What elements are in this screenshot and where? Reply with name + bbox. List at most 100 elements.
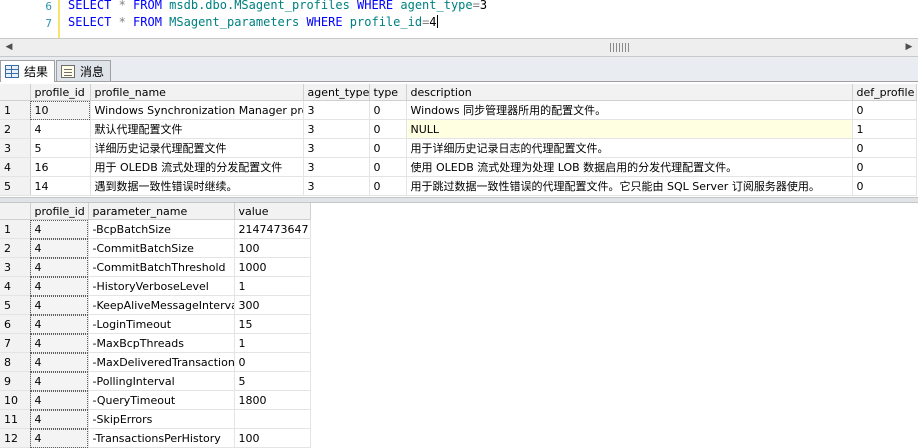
table-row[interactable]: 1 10 Windows Synchronization Manager profi… bbox=[0, 100, 917, 120]
grid-cell[interactable]: 4 bbox=[30, 409, 89, 429]
grid-cell[interactable]: -BcpBatchSize bbox=[88, 219, 235, 239]
row-number[interactable]: 11 bbox=[0, 409, 31, 429]
table-row[interactable]: 11 4 -SkipErrors bbox=[0, 409, 311, 429]
column-header[interactable]: profile_id bbox=[30, 84, 91, 101]
grid-cell[interactable]: 1 bbox=[852, 119, 917, 139]
table-row[interactable]: 4 16 用于 OLEDB 流式处理的分发配置文件 3 0 使用 OLEDB 流式处理为处… bbox=[0, 157, 917, 177]
grid-cell[interactable]: 0 bbox=[852, 176, 917, 196]
grid-cell[interactable]: 1800 bbox=[234, 390, 311, 410]
grid-cell[interactable]: -HistoryVerboseLevel bbox=[88, 276, 235, 296]
scroll-thumb-grip[interactable] bbox=[610, 43, 630, 52]
grid-cell[interactable]: 10 bbox=[30, 100, 91, 120]
tab-results[interactable]: 结果 bbox=[0, 60, 56, 82]
grid-cell[interactable]: 0 bbox=[852, 157, 917, 177]
column-header[interactable]: agent_type bbox=[303, 84, 370, 101]
grid-cell[interactable]: -MaxDeliveredTransactions bbox=[88, 352, 235, 372]
grid-cell[interactable]: 3 bbox=[303, 157, 370, 177]
table-row[interactable]: 10 4 -QueryTimeout 1800 bbox=[0, 390, 311, 410]
table-row[interactable]: 5 4 -KeepAliveMessageInterval 300 bbox=[0, 295, 311, 315]
row-number[interactable]: 7 bbox=[0, 333, 31, 353]
row-number[interactable]: 3 bbox=[0, 257, 31, 277]
grid-cell[interactable]: 4 bbox=[30, 314, 89, 334]
grid-cell[interactable]: 4 bbox=[30, 276, 89, 296]
grid-cell[interactable]: 4 bbox=[30, 257, 89, 277]
row-number[interactable]: 3 bbox=[0, 138, 31, 158]
grid-cell[interactable]: 14 bbox=[30, 176, 91, 196]
grid-cell[interactable]: 用于跳过数据一致性错误的代理配置文件。它只能由 SQL Server 订阅服务器… bbox=[406, 176, 853, 196]
grid-cell[interactable]: 100 bbox=[234, 428, 311, 448]
grid-cell[interactable]: 0 bbox=[369, 100, 407, 120]
column-header[interactable]: profile_id bbox=[30, 203, 89, 220]
row-header-corner[interactable] bbox=[0, 84, 31, 101]
column-header[interactable]: type bbox=[369, 84, 407, 101]
table-row[interactable]: 6 4 -LoginTimeout 15 bbox=[0, 314, 311, 334]
grid-cell[interactable]: 默认代理配置文件 bbox=[90, 119, 304, 139]
row-number[interactable]: 2 bbox=[0, 238, 31, 258]
grid-cell[interactable]: 100 bbox=[234, 238, 311, 258]
grid-cell[interactable]: 用于详细历史记录日志的代理配置文件。 bbox=[406, 138, 853, 158]
grid-cell[interactable]: -SkipErrors bbox=[88, 409, 235, 429]
table-row[interactable]: 2 4 -CommitBatchSize 100 bbox=[0, 238, 311, 258]
grid-cell[interactable]: 4 bbox=[30, 333, 89, 353]
editor-horizontal-scrollbar[interactable]: ◀ ▶ bbox=[0, 38, 918, 57]
grid-cell[interactable]: -CommitBatchThreshold bbox=[88, 257, 235, 277]
grid-cell[interactable]: 详细历史记录代理配置文件 bbox=[90, 138, 304, 158]
column-header[interactable]: description bbox=[406, 84, 853, 101]
scroll-right-arrow-icon[interactable]: ▶ bbox=[902, 41, 916, 54]
row-number[interactable]: 1 bbox=[0, 100, 31, 120]
grid-cell[interactable]: 4 bbox=[30, 238, 89, 258]
grid-cell[interactable]: 16 bbox=[30, 157, 91, 177]
grid-cell[interactable]: 3 bbox=[303, 100, 370, 120]
column-header[interactable]: profile_name bbox=[90, 84, 304, 101]
row-number[interactable]: 1 bbox=[0, 219, 31, 239]
grid-cell[interactable]: 0 bbox=[369, 119, 407, 139]
grid-cell[interactable]: -TransactionsPerHistory bbox=[88, 428, 235, 448]
row-number[interactable]: 12 bbox=[0, 428, 31, 448]
grid-cell[interactable]: 用于 OLEDB 流式处理的分发配置文件 bbox=[90, 157, 304, 177]
row-number[interactable]: 5 bbox=[0, 295, 31, 315]
grid-cell[interactable]: 2147473647 bbox=[234, 219, 311, 239]
row-number[interactable]: 6 bbox=[0, 314, 31, 334]
grid-cell[interactable]: 3 bbox=[303, 119, 370, 139]
grid-cell[interactable]: 使用 OLEDB 流式处理为处理 LOB 数据启用的分发代理配置文件。 bbox=[406, 157, 853, 177]
row-number[interactable]: 4 bbox=[0, 157, 31, 177]
code-line[interactable]: SELECT * FROM msdb.dbo.MSagent_profiles … bbox=[68, 0, 487, 12]
row-number[interactable]: 9 bbox=[0, 371, 31, 391]
grid-cell[interactable]: 0 bbox=[852, 138, 917, 158]
grid-cell[interactable]: Windows Synchronization Manager profile bbox=[90, 100, 304, 120]
grid-cell[interactable]: 3 bbox=[303, 138, 370, 158]
grid-cell[interactable]: NULL bbox=[406, 119, 853, 139]
grid-cell[interactable] bbox=[234, 409, 311, 429]
grid-cell[interactable]: -KeepAliveMessageInterval bbox=[88, 295, 235, 315]
table-row[interactable]: 3 4 -CommitBatchThreshold 1000 bbox=[0, 257, 311, 277]
row-number[interactable]: 10 bbox=[0, 390, 31, 410]
table-row[interactable]: 1 4 -BcpBatchSize 2147473647 bbox=[0, 219, 311, 239]
scroll-left-arrow-icon[interactable]: ◀ bbox=[2, 41, 16, 54]
grid-cell[interactable]: 4 bbox=[30, 390, 89, 410]
grid-cell[interactable]: 4 bbox=[30, 428, 89, 448]
profiles-result-grid[interactable]: profile_id profile_name agent_type type … bbox=[0, 84, 917, 196]
grid-cell[interactable]: 3 bbox=[303, 176, 370, 196]
grid-cell[interactable]: 4 bbox=[30, 295, 89, 315]
grid-cell[interactable]: -PollingInterval bbox=[88, 371, 235, 391]
table-row[interactable]: 9 4 -PollingInterval 5 bbox=[0, 371, 311, 391]
grid-cell[interactable]: -LoginTimeout bbox=[88, 314, 235, 334]
grid-cell[interactable]: 0 bbox=[369, 138, 407, 158]
row-number[interactable]: 5 bbox=[0, 176, 31, 196]
row-number[interactable]: 8 bbox=[0, 352, 31, 372]
grid-cell[interactable]: 4 bbox=[30, 219, 89, 239]
code-line[interactable]: SELECT * FROM MSagent_parameters WHERE p… bbox=[68, 15, 438, 29]
grid-cell[interactable]: -CommitBatchSize bbox=[88, 238, 235, 258]
grid-cell[interactable]: -MaxBcpThreads bbox=[88, 333, 235, 353]
row-header-corner[interactable] bbox=[0, 203, 31, 220]
grid-cell[interactable]: 15 bbox=[234, 314, 311, 334]
table-row[interactable]: 2 4 默认代理配置文件 3 0 NULL 1 bbox=[0, 119, 917, 139]
grid-cell[interactable]: 0 bbox=[369, 176, 407, 196]
tab-messages[interactable]: 消息 bbox=[56, 60, 112, 81]
grid-cell[interactable]: 5 bbox=[234, 371, 311, 391]
column-header[interactable]: parameter_name bbox=[88, 203, 235, 220]
grid-cell[interactable]: 0 bbox=[852, 100, 917, 120]
grid-cell[interactable]: 4 bbox=[30, 371, 89, 391]
table-row[interactable]: 12 4 -TransactionsPerHistory 100 bbox=[0, 428, 311, 448]
grid-cell[interactable]: 遇到数据一致性错误时继续。 bbox=[90, 176, 304, 196]
